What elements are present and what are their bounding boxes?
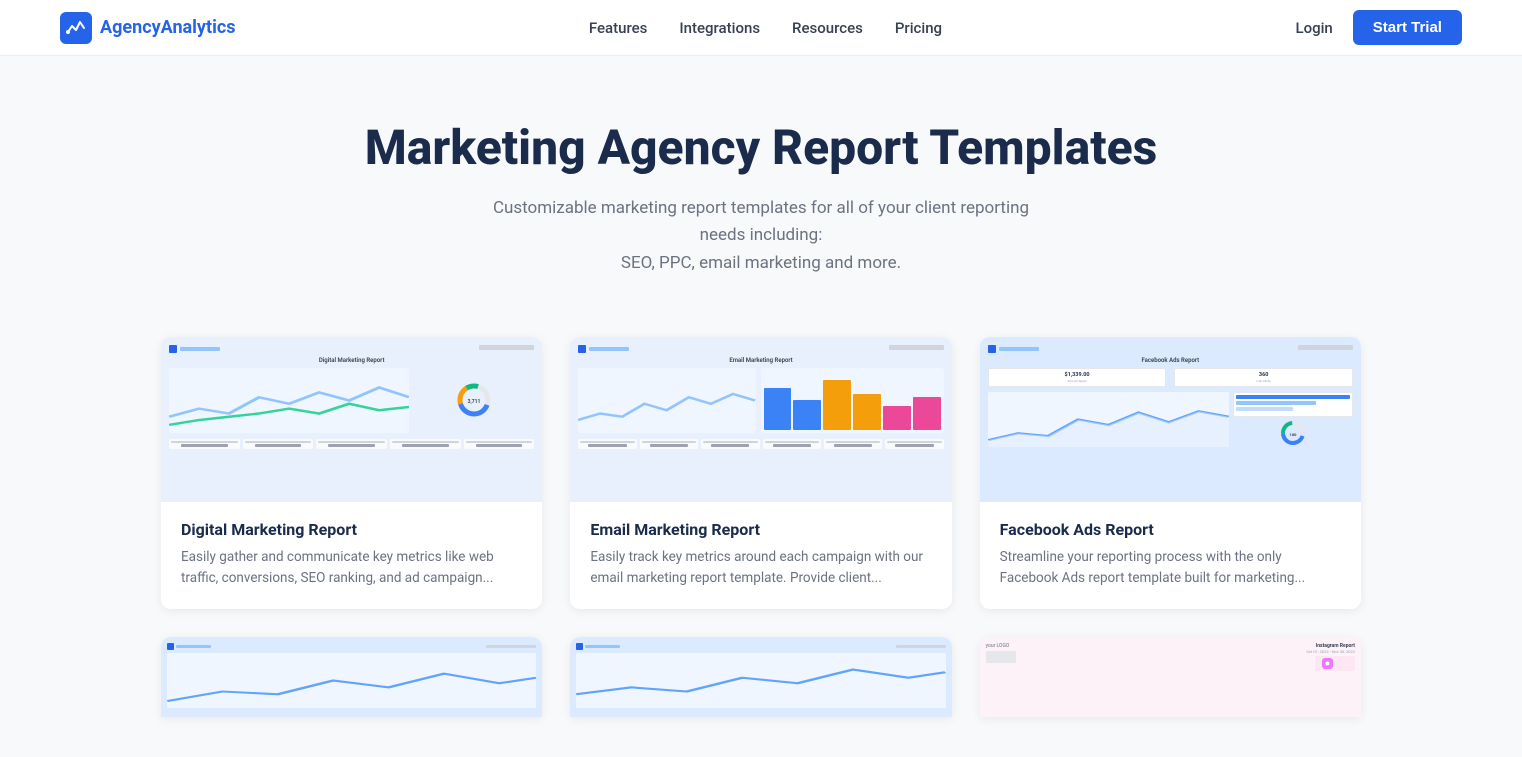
card-desc-facebook: Streamline your reporting process with t…	[1000, 547, 1341, 589]
nav-integrations[interactable]: Integrations	[679, 19, 760, 37]
nav-menu: Features Integrations Resources Pricing	[589, 18, 942, 37]
card-email-marketing[interactable]: Email Marketing Report	[570, 337, 951, 609]
cards-grid-bottom: your LOGO Instagram Report Oct 01, 2022 …	[161, 637, 1361, 717]
card-bottom-preview-1	[161, 637, 542, 717]
nav-features[interactable]: Features	[589, 19, 647, 37]
card-title-email: Email Marketing Report	[590, 520, 931, 539]
logo[interactable]: AgencyAnalytics	[60, 12, 235, 44]
page-title: Marketing Agency Report Templates	[20, 120, 1502, 175]
card-title-digital: Digital Marketing Report	[181, 520, 522, 539]
card-desc-digital: Easily gather and communicate key metric…	[181, 547, 522, 589]
card-bottom-preview-instagram: your LOGO Instagram Report Oct 01, 2022 …	[980, 637, 1361, 717]
hero-subtitle: Customizable marketing report templates …	[481, 195, 1041, 277]
svg-text:3,711: 3,711	[468, 399, 481, 405]
card-bottom-preview-2	[570, 637, 951, 717]
cards-section: Digital Marketing Report	[0, 317, 1522, 757]
navigation: AgencyAnalytics Features Integrations Re…	[0, 0, 1522, 56]
start-trial-button[interactable]: Start Trial	[1353, 10, 1462, 45]
logo-icon	[60, 12, 92, 44]
card-preview-facebook: Facebook Ads Report $1,339.00 Amount Spe…	[980, 337, 1361, 502]
card-body-digital: Digital Marketing Report Easily gather a…	[161, 502, 542, 609]
login-link[interactable]: Login	[1295, 19, 1332, 37]
cards-grid: Digital Marketing Report	[161, 337, 1361, 609]
nav-pricing[interactable]: Pricing	[895, 19, 942, 37]
card-digital-marketing[interactable]: Digital Marketing Report	[161, 337, 542, 609]
card-body-email: Email Marketing Report Easily track key …	[570, 502, 951, 609]
hero-section: Marketing Agency Report Templates Custom…	[0, 56, 1522, 317]
card-preview-digital: Digital Marketing Report	[161, 337, 542, 502]
card-bottom-instagram[interactable]: your LOGO Instagram Report Oct 01, 2022 …	[980, 637, 1361, 717]
card-preview-email: Email Marketing Report	[570, 337, 951, 502]
nav-resources[interactable]: Resources	[792, 19, 863, 37]
card-body-facebook: Facebook Ads Report Streamline your repo…	[980, 502, 1361, 609]
card-facebook-ads[interactable]: Facebook Ads Report $1,339.00 Amount Spe…	[980, 337, 1361, 609]
card-title-facebook: Facebook Ads Report	[1000, 520, 1341, 539]
card-desc-email: Easily track key metrics around each cam…	[590, 547, 931, 589]
svg-text:100: 100	[1289, 432, 1297, 437]
card-bottom-1[interactable]	[161, 637, 542, 717]
card-bottom-2[interactable]	[570, 637, 951, 717]
nav-actions: Login Start Trial	[1295, 10, 1462, 45]
logo-text: AgencyAnalytics	[100, 17, 235, 38]
